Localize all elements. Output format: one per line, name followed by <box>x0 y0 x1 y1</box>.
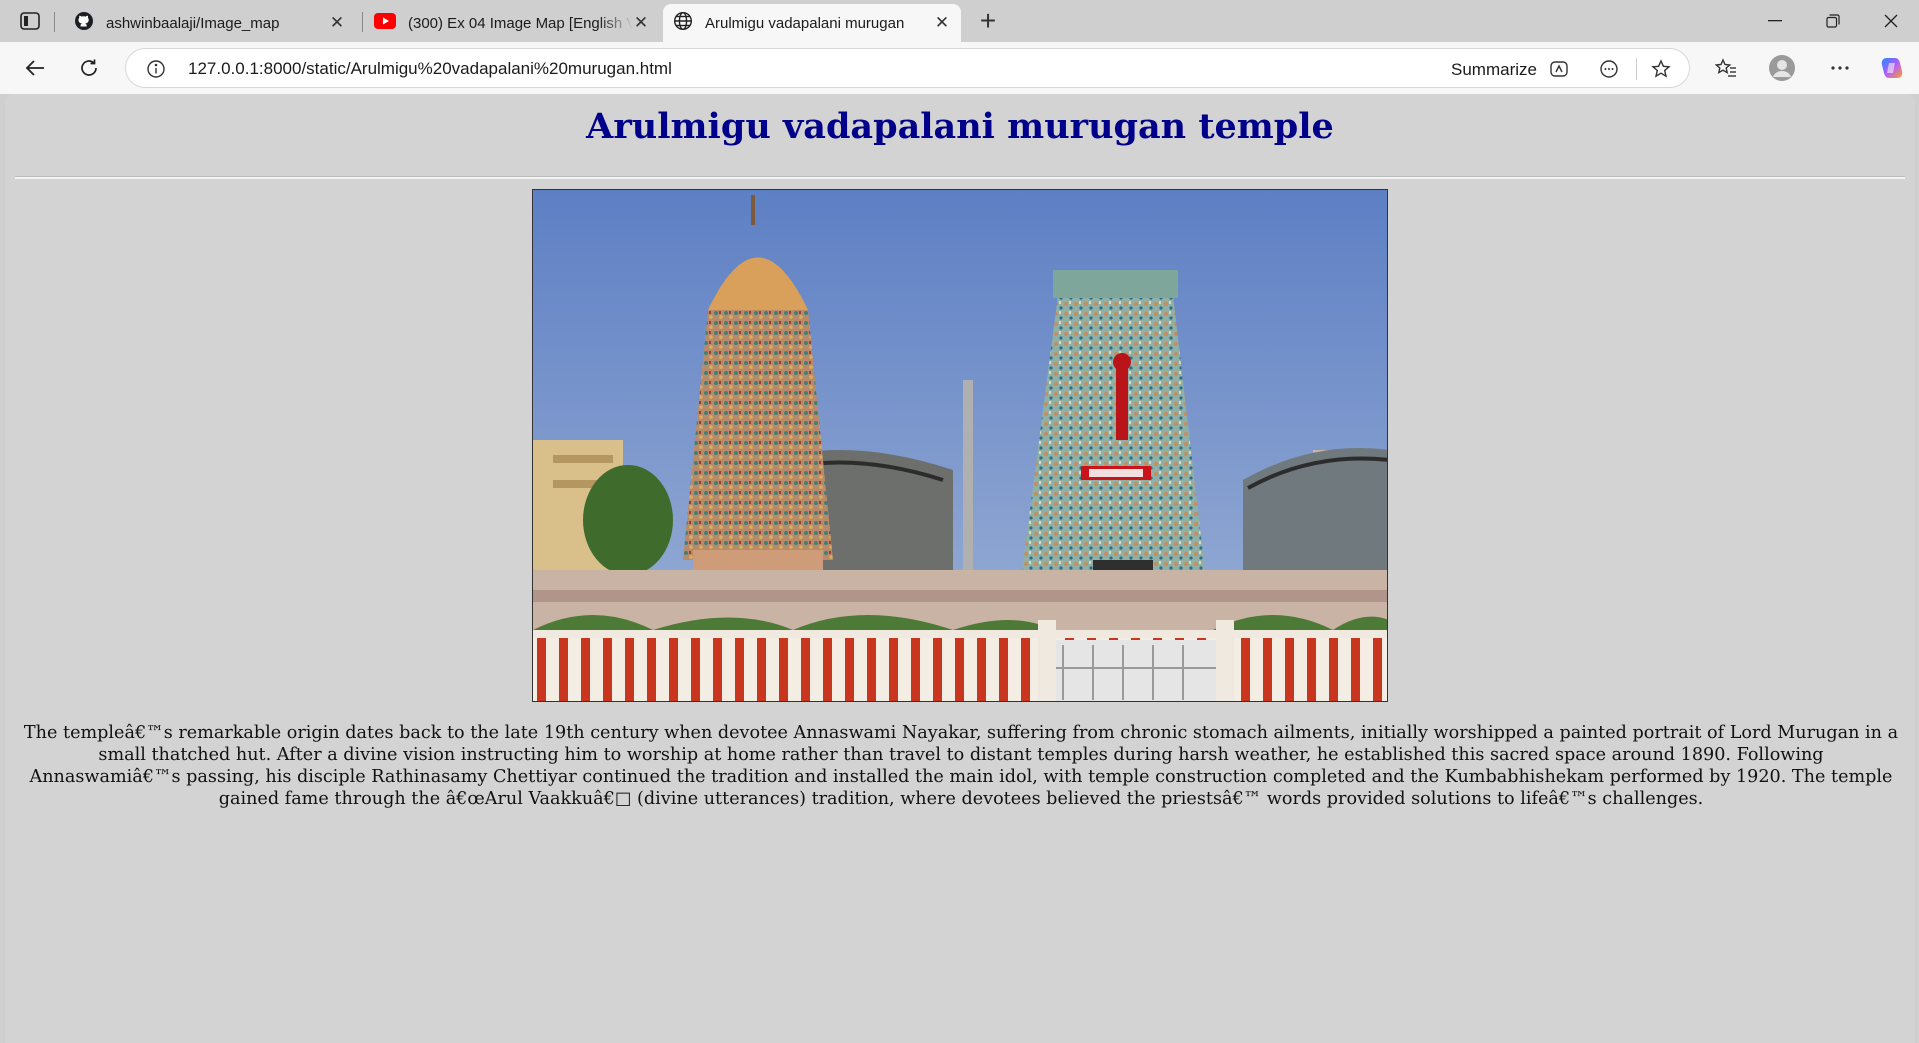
more-tools-icon[interactable] <box>1598 58 1620 80</box>
page-viewport: Arulmigu vadapalani murugan temple The t… <box>5 94 1915 1043</box>
copilot-summarize-icon[interactable] <box>1548 58 1570 80</box>
copilot-icon[interactable] <box>1878 54 1906 82</box>
browser-toolbar: 127.0.0.1:8000/static/Arulmigu%20vadapal… <box>0 42 1919 94</box>
tab-title: ashwinbaalaji/Image_map <box>106 14 280 32</box>
tab-title: (300) Ex 04 Image Map [English Ve <box>408 14 633 32</box>
page-title: Arulmigu vadapalani murugan temple <box>586 106 1334 147</box>
close-icon[interactable]: ✕ <box>632 14 650 32</box>
tab-youtube[interactable]: (300) Ex 04 Image Map [English Ve ✕ <box>364 4 660 42</box>
profile-avatar-icon[interactable] <box>1768 54 1796 82</box>
temple-image[interactable] <box>532 189 1388 702</box>
address-bar[interactable]: 127.0.0.1:8000/static/Arulmigu%20vadapal… <box>125 48 1690 88</box>
tab-title: Arulmigu vadapalani murugan <box>705 14 905 32</box>
divider <box>1636 58 1637 80</box>
new-tab-icon[interactable]: + <box>974 7 1002 36</box>
close-icon[interactable]: ✕ <box>933 14 951 32</box>
tab-active[interactable]: Arulmigu vadapalani murugan ✕ <box>663 4 961 42</box>
summarize-button[interactable]: Summarize <box>1451 60 1537 80</box>
refresh-icon[interactable] <box>74 53 104 83</box>
site-info-icon[interactable] <box>146 59 166 79</box>
horizontal-rule <box>15 176 1905 179</box>
tab-separator <box>54 12 55 32</box>
tab-strip: ashwinbaalaji/Image_map ✕ (300) Ex 04 Im… <box>0 0 1919 42</box>
minimize-icon[interactable] <box>1760 8 1790 34</box>
youtube-icon <box>374 13 396 33</box>
globe-icon <box>673 11 693 35</box>
temple-description: The templeâ€™s remarkable origin dates b… <box>23 723 1899 809</box>
tab-github[interactable]: ashwinbaalaji/Image_map ✕ <box>64 4 356 42</box>
github-icon <box>74 11 94 35</box>
settings-more-icon[interactable] <box>1826 54 1854 82</box>
url-text[interactable]: 127.0.0.1:8000/static/Arulmigu%20vadapal… <box>188 59 672 79</box>
tab-actions-icon[interactable] <box>14 9 46 33</box>
back-icon[interactable] <box>20 53 50 83</box>
favorites-icon[interactable] <box>1712 54 1740 82</box>
tab-separator <box>362 12 363 32</box>
close-window-icon[interactable] <box>1876 8 1906 34</box>
restore-icon[interactable] <box>1818 8 1848 34</box>
favorite-star-icon[interactable] <box>1650 58 1672 80</box>
close-icon[interactable]: ✕ <box>328 14 346 32</box>
